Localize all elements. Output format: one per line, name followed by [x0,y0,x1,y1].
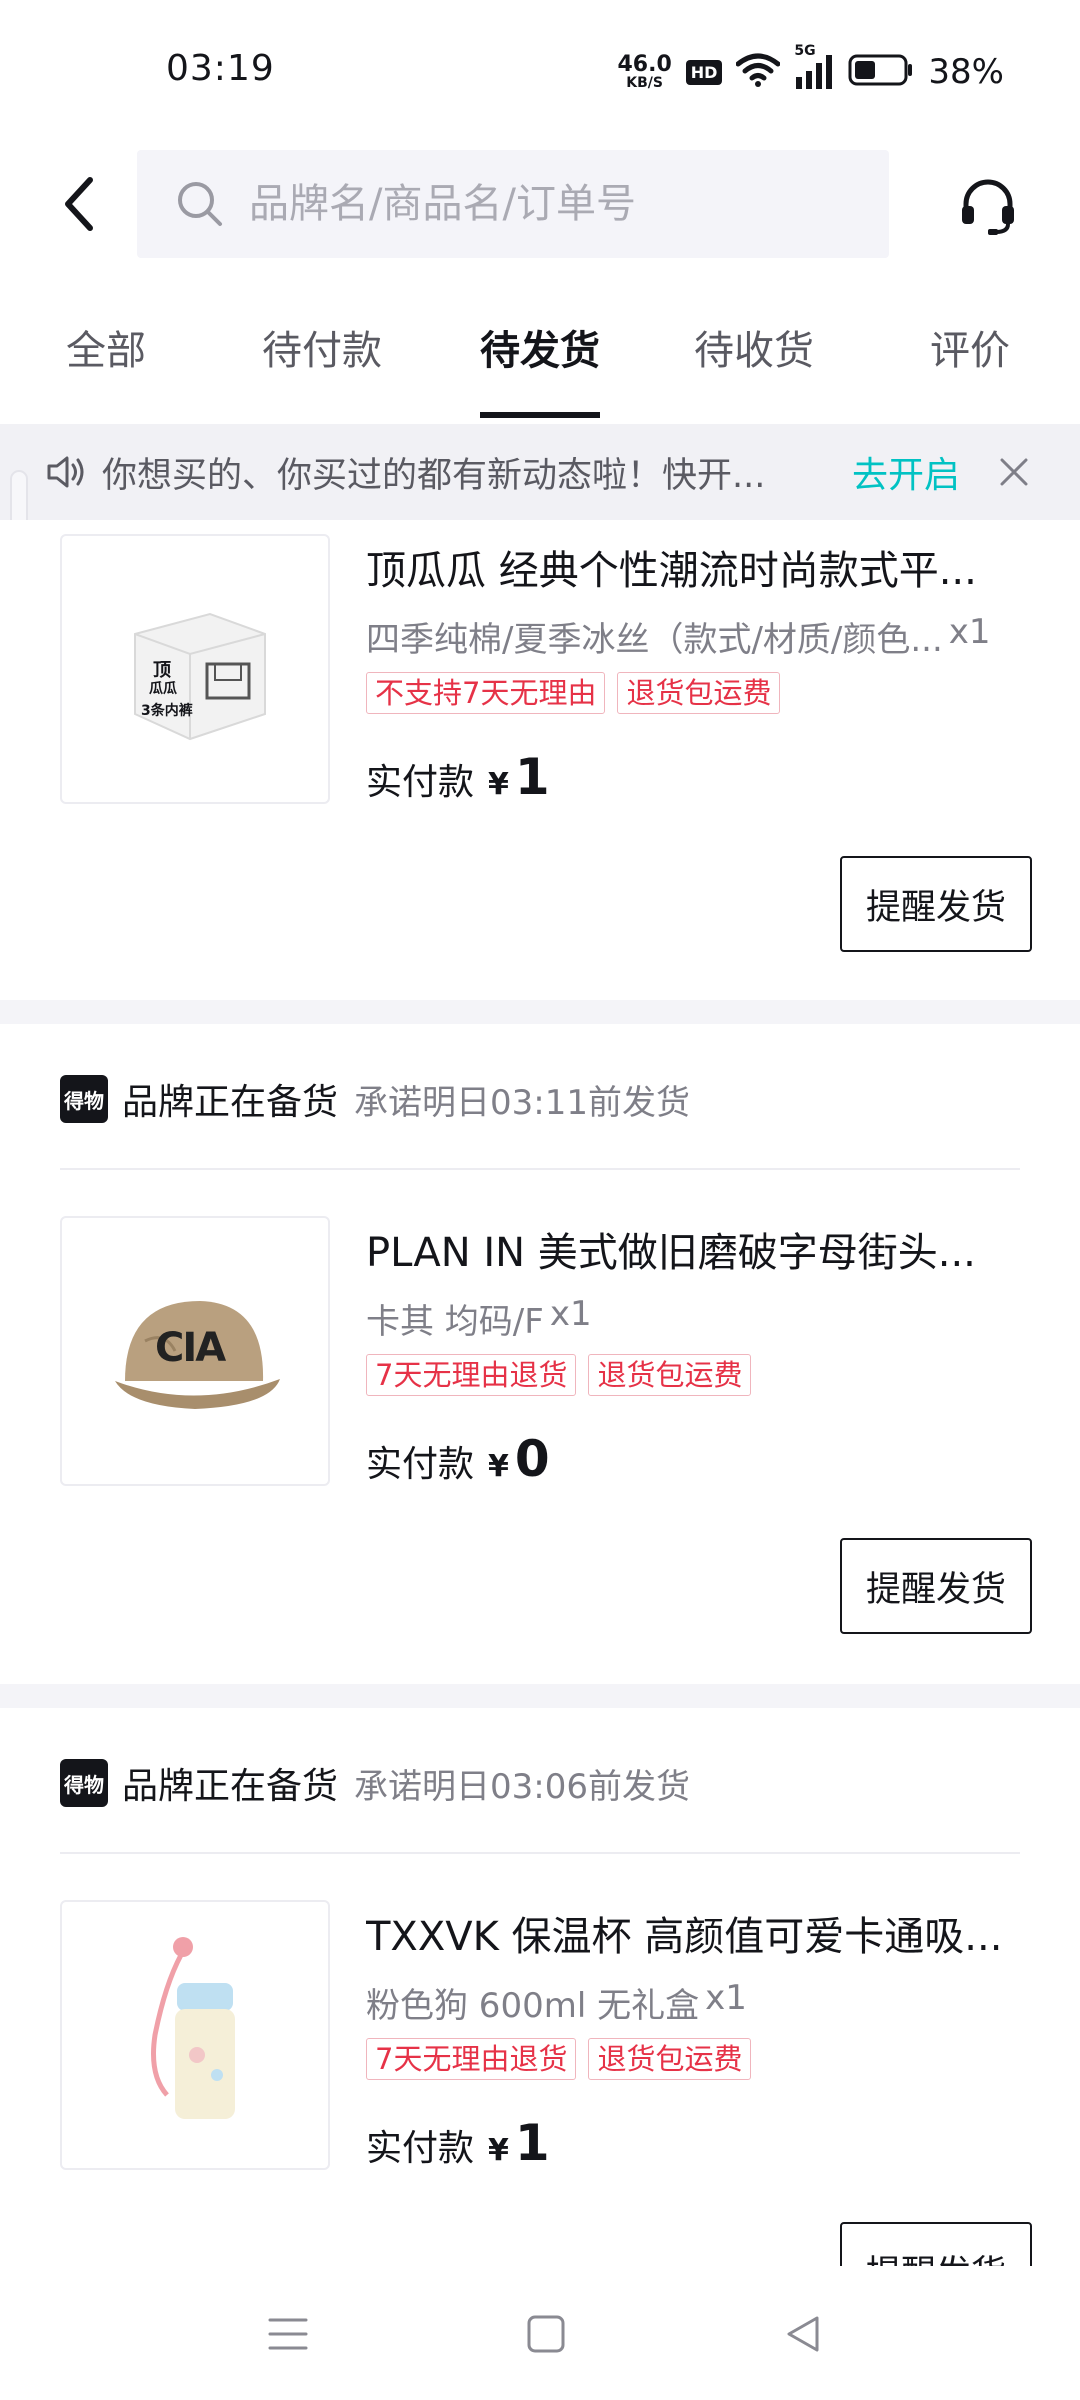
search-input[interactable] [249,181,849,227]
battery-icon [848,53,914,91]
cap-logo-text: CIA [155,1325,226,1371]
payment-amount: 0 [514,1430,550,1488]
box-text-3: 3条内裤 [141,703,193,719]
service-tag: 不支持7天无理由 [366,672,606,714]
service-tags: 不支持7天无理由 退货包运费 [366,672,781,714]
service-tags: 7天无理由退货 退货包运费 [366,2038,752,2080]
service-tags: 7天无理由退货 退货包运费 [366,1354,752,1396]
product-spec: 卡其 均码/F [366,1302,544,1342]
status-time: 03:19 [166,48,275,89]
brand-logo: 得物 [60,1075,108,1123]
order-tabs: 全部 待付款 待发货 待收货 评价 [0,318,1080,426]
divider [60,1168,1020,1170]
product-thumbnail[interactable] [60,1900,330,2170]
product-thumbnail[interactable]: CIA [60,1216,330,1486]
product-quantity: x1 [549,1294,592,1334]
product-title[interactable]: PLAN IN 美式做旧磨破字母街头... [366,1220,1016,1278]
currency-symbol: ¥ [488,2133,509,2168]
service-tag: 退货包运费 [617,672,781,714]
chevron-left-icon [65,177,93,231]
service-tag: 退货包运费 [588,1354,752,1396]
product-spec: 粉色狗 600ml 无礼盒 [366,1986,700,2026]
brand-logo: 得物 [60,1759,108,1807]
product-spec-row: 四季纯棉/夏季冰丝（款式/材质/颜色... x1 [366,612,1036,661]
close-icon[interactable] [992,450,1036,494]
payment-amount: 1 [514,2114,550,2172]
order-status: 品牌正在备货 [122,1082,339,1123]
speaker-icon [44,450,88,494]
shipping-promise: 承诺明日03:06前发货 [354,1766,690,1807]
product-box-image: 顶 瓜瓜 3条内裤 [115,594,275,744]
cap-image: CIA [105,1281,285,1421]
product-thumbnail[interactable]: 顶 瓜瓜 3条内裤 [60,534,330,804]
service-tag: 7天无理由退货 [366,1354,577,1396]
notice-text: 你想买的、你买过的都有新动态啦！快开... [102,455,766,496]
shipping-promise: 承诺明日03:11前发货 [354,1082,690,1123]
thermos-cup-image [151,1937,235,2119]
payment-label: 实付款 [366,1444,475,1485]
tab-pending-shipment[interactable]: 待发货 [480,318,600,426]
currency-symbol: ¥ [488,1449,509,1484]
customer-service-button[interactable] [952,170,1024,242]
order-card: 得物 品牌正在备货 承诺明日03:06前发货 TXXVK 保温杯 高颜值可爱卡通… [0,1708,1080,2268]
currency-symbol: ¥ [488,767,509,802]
box-text-2: 瓜瓜 [149,681,177,697]
signal-type: 5G [794,43,816,59]
headset-icon [962,179,1014,235]
search-icon [173,177,227,231]
product-quantity: x1 [705,1978,747,2018]
order-header: 得物 品牌正在备货 承诺明日03:11前发货 [60,1074,690,1124]
payment-label: 实付款 [366,762,475,803]
notice-banner: 你想买的、你买过的都有新动态啦！快开... 去开启 [0,424,1080,520]
search-bar[interactable] [137,150,889,258]
divider [60,1852,1020,1854]
system-navigation-bar [0,2266,1080,2400]
remind-shipment-button[interactable]: 提醒发货 [840,856,1032,952]
product-title[interactable]: 顶瓜瓜 经典个性潮流时尚款式平... [366,538,1016,596]
order-header: 得物 品牌正在备货 承诺明日03:06前发货 [60,1758,690,1808]
product-spec-row: 粉色狗 600ml 无礼盒 x1 [366,1978,1036,2027]
notice-enable-button[interactable]: 去开启 [852,446,960,498]
card-separator [0,1684,1080,1708]
payment-row: 实付款 ¥ 0 [366,1430,550,1488]
back-button[interactable] [40,164,120,244]
net-speed-value: 46.0 [617,52,672,77]
cellular-signal-icon: 5G [794,43,834,89]
header [0,150,1080,258]
battery-percentage: 38% [928,52,1004,92]
product-spec-row: 卡其 均码/F x1 [366,1294,1036,1343]
order-status: 品牌正在备货 [122,1766,339,1807]
remind-shipment-button[interactable]: 提醒发货 [840,1538,1032,1634]
remind-shipment-button[interactable]: 提醒发货 [840,2222,1032,2268]
payment-label: 实付款 [366,2128,475,2169]
menu-icon[interactable] [248,2294,328,2374]
status-bar: 03:19 46.0 KB/S HD 5G 38% [0,0,1080,140]
service-tag: 7天无理由退货 [366,2038,577,2080]
net-speed: 46.0 KB/S [617,52,672,91]
home-icon[interactable] [506,2294,586,2374]
order-card: 顶 瓜瓜 3条内裤 顶瓜瓜 经典个性潮流时尚款式平... 四季纯棉/夏季冰丝（款… [0,520,1080,1000]
back-triangle-icon[interactable] [764,2294,844,2374]
product-title[interactable]: TXXVK 保温杯 高颜值可爱卡通吸... [366,1904,1016,1962]
tab-reviews[interactable]: 评价 [930,318,1010,426]
status-icons: 46.0 KB/S HD 5G 38% [617,43,1004,100]
net-speed-unit: KB/S [626,75,663,91]
product-spec: 四季纯棉/夏季冰丝（款式/材质/颜色... [366,620,943,660]
service-tag: 退货包运费 [588,2038,752,2080]
tab-all[interactable]: 全部 [66,318,146,426]
active-tab-indicator [480,412,600,418]
order-card: 得物 品牌正在备货 承诺明日03:11前发货 CIA PLAN IN 美式做旧磨… [0,1024,1080,1684]
payment-row: 实付款 ¥ 1 [366,2114,550,2172]
wifi-icon [735,52,781,92]
product-quantity: x1 [948,612,991,652]
tab-pending-payment[interactable]: 待付款 [262,318,382,426]
payment-row: 实付款 ¥ 1 [366,748,550,806]
payment-amount: 1 [514,748,550,806]
card-separator [0,1000,1080,1024]
hd-icon: HD [685,59,723,85]
tab-pending-receipt[interactable]: 待收货 [694,318,814,426]
